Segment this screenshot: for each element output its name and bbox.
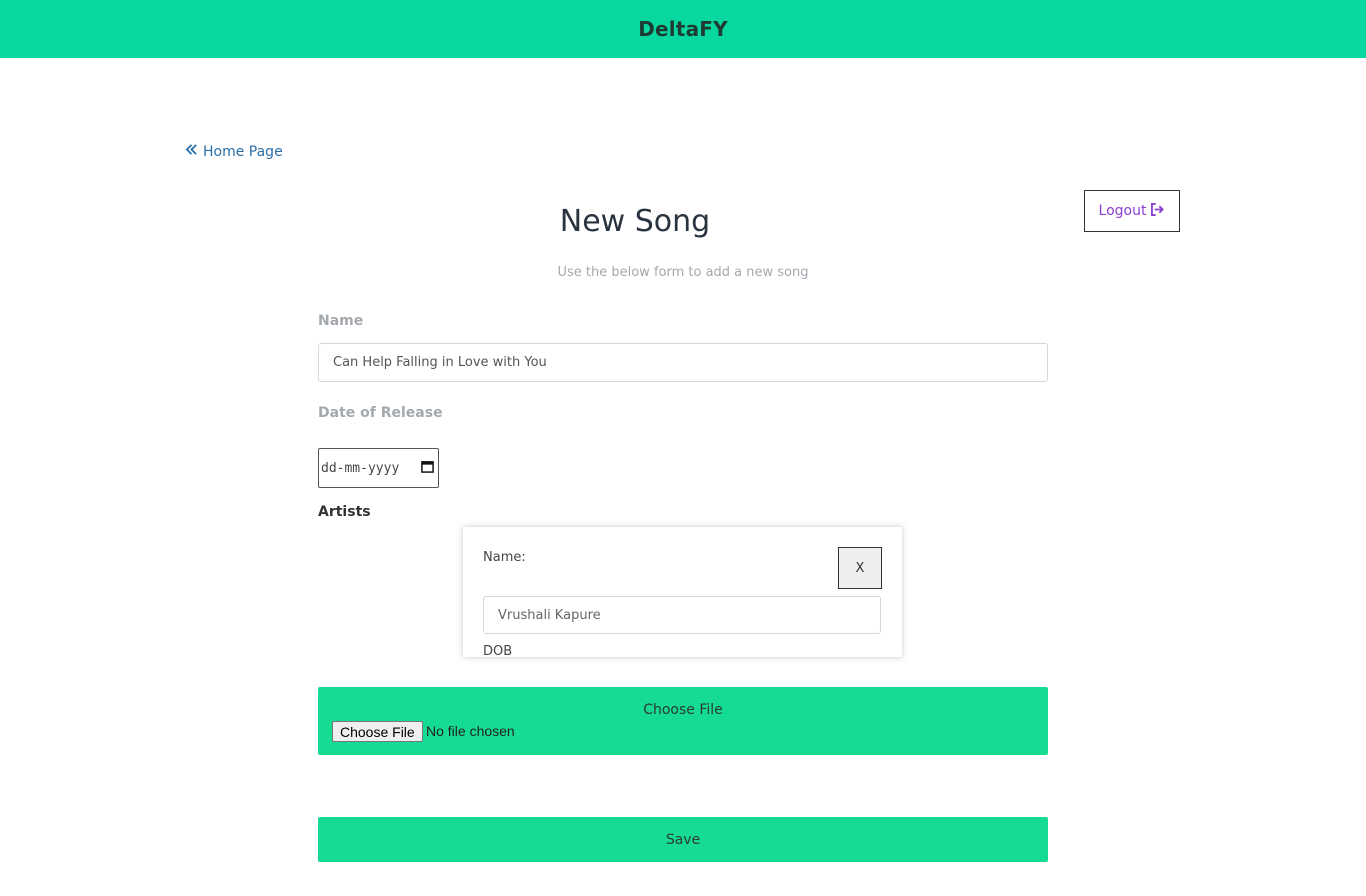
artist-name-label: Name: — [483, 550, 526, 565]
song-name-input[interactable]: Can Help Falling in Love with You — [318, 343, 1048, 382]
brand-title: DeltaFY — [638, 17, 728, 41]
song-name-value: Can Help Falling in Love with You — [333, 355, 547, 370]
calendar-icon[interactable] — [421, 460, 434, 477]
remove-artist-button[interactable]: X — [838, 547, 882, 589]
name-label: Name — [318, 313, 364, 329]
home-page-label: Home Page — [203, 143, 283, 160]
artist-name-input[interactable]: Vrushali Kapure — [483, 596, 881, 634]
home-page-link[interactable]: Home Page — [185, 143, 283, 160]
page-subtitle: Use the below form to add a new song — [557, 265, 809, 280]
page-title: New Song — [559, 204, 711, 239]
artist-name-value: Vrushali Kapure — [498, 607, 601, 623]
top-bar: DeltaFY — [0, 0, 1366, 58]
artist-card: Name: X Vrushali Kapure DOB — [463, 527, 902, 657]
double-chevron-left-icon — [185, 143, 198, 160]
release-date-input[interactable]: dd-mm-yyyy — [318, 448, 439, 488]
date-of-release-label: Date of Release — [318, 405, 443, 421]
artist-dob-label: DOB — [483, 644, 513, 657]
choose-file-button[interactable]: Choose File — [332, 721, 423, 742]
save-button[interactable]: Save — [318, 817, 1048, 862]
release-date-placeholder: dd-mm-yyyy — [321, 460, 400, 476]
file-upload-section: Choose File Choose File No file chosen — [318, 687, 1048, 755]
file-status-text: No file chosen — [426, 723, 515, 739]
artists-label: Artists — [318, 504, 371, 520]
file-upload-title: Choose File — [643, 702, 723, 718]
